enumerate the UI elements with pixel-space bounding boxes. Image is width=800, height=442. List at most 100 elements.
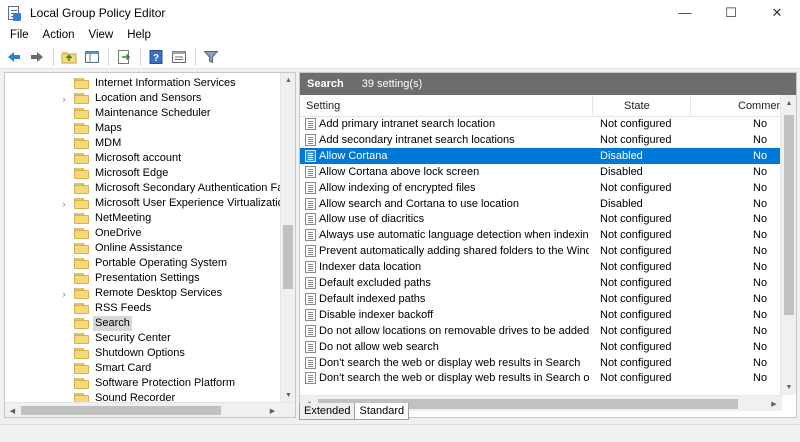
policy-row[interactable]: Default indexed paths Not configured No — [300, 291, 782, 307]
export-list-button[interactable] — [113, 46, 135, 68]
policy-row[interactable]: Prevent automatically adding shared fold… — [300, 243, 782, 259]
title-bar: Local Group Policy Editor — ☐ ✕ — [0, 0, 800, 25]
scroll-left-arrow-icon[interactable]: ◀ — [5, 403, 20, 417]
policy-row[interactable]: Don't search the web or display web resu… — [300, 355, 782, 371]
tree-item[interactable]: NetMeeting — [5, 211, 281, 226]
tree-item[interactable]: Portable Operating System — [5, 256, 281, 271]
policy-row[interactable]: Allow Cortana above lock screen Disabled N… — [300, 164, 782, 180]
expand-chevron-icon[interactable]: › — [59, 91, 69, 106]
policy-state: Not configured — [600, 133, 672, 146]
column-header-comment[interactable]: Comment — [738, 95, 786, 117]
settings-vertical-scrollbar[interactable]: ▲ ▼ — [780, 95, 796, 395]
policy-setting-name: Add secondary intranet search locations — [319, 133, 515, 146]
menu-help[interactable]: Help — [120, 25, 158, 45]
menu-view[interactable]: View — [82, 25, 121, 45]
scroll-up-arrow-icon[interactable]: ▲ — [281, 73, 295, 88]
policy-row[interactable]: Add secondary intranet search locations N… — [300, 132, 782, 148]
tab-extended[interactable]: Extended — [299, 403, 356, 420]
forward-button[interactable] — [26, 46, 48, 68]
tree-horizontal-scrollbar[interactable]: ◀ ▶ — [5, 402, 295, 417]
column-divider[interactable] — [592, 97, 593, 115]
up-one-level-button[interactable] — [58, 46, 80, 68]
policy-state: Not configured — [600, 118, 672, 130]
settings-scroll-thumb[interactable] — [784, 115, 794, 315]
policy-comment: No — [753, 213, 768, 226]
policy-row[interactable]: Do not allow web search Not configured No — [300, 339, 782, 355]
policy-row[interactable]: Don't search the web or display web resu… — [300, 370, 782, 386]
tree-item[interactable]: Maps — [5, 121, 281, 136]
tree-item[interactable]: Security Center — [5, 331, 281, 346]
policy-setting-icon — [305, 133, 316, 146]
view-tabs: Extended Standard — [299, 403, 410, 421]
tree-item-label: Smart Card — [95, 362, 152, 374]
folder-icon — [74, 243, 89, 254]
show-hide-tree-button[interactable] — [81, 46, 103, 68]
group-policy-app-icon — [6, 5, 22, 21]
column-divider[interactable] — [690, 97, 691, 115]
tree-hscroll-thumb[interactable] — [21, 406, 221, 415]
policy-state: Not configured — [600, 308, 672, 321]
tree-item-label: Shutdown Options — [95, 347, 185, 359]
scroll-right-arrow-icon[interactable]: ▶ — [766, 396, 782, 412]
tree-item[interactable]: › Microsoft User Experience Virtualizatio… — [5, 196, 290, 211]
close-button[interactable]: ✕ — [754, 0, 800, 25]
tab-standard[interactable]: Standard — [354, 403, 410, 420]
policy-row[interactable]: Allow search and Cortana to use location… — [300, 196, 782, 212]
navigation-tree[interactable]: Internet Information Services › Location a… — [4, 72, 296, 418]
tree-item[interactable]: Microsoft Secondary Authentication Facto… — [5, 181, 295, 196]
help-button[interactable]: ? — [145, 46, 167, 68]
policy-row[interactable]: Allow use of diacritics Not configured No — [300, 211, 782, 227]
tree-item[interactable]: OneDrive — [5, 226, 281, 241]
scroll-right-arrow-icon[interactable]: ▶ — [265, 403, 280, 417]
scroll-down-arrow-icon[interactable]: ▼ — [281, 388, 295, 403]
folder-icon — [74, 168, 89, 179]
policy-row[interactable]: Disable indexer backoff Not configured No — [300, 307, 782, 323]
filter-button[interactable] — [200, 46, 222, 68]
back-button[interactable] — [3, 46, 25, 68]
tree-item[interactable]: Internet Information Services — [5, 76, 281, 91]
tree-scroll-thumb[interactable] — [283, 225, 293, 289]
tree-item[interactable]: Software Protection Platform — [5, 376, 281, 391]
policy-row[interactable]: Do not allow locations on removable driv… — [300, 323, 782, 339]
folder-icon — [74, 78, 89, 89]
policy-row[interactable]: Add primary intranet search location Not … — [300, 116, 782, 132]
policy-row[interactable]: Indexer data location Not configured No — [300, 259, 782, 275]
tree-item-label: Security Center — [95, 332, 171, 344]
tree-item[interactable]: RSS Feeds — [5, 301, 281, 316]
policy-row[interactable]: Allow indexing of encrypted files Not con… — [300, 180, 782, 196]
maximize-button[interactable]: ☐ — [708, 0, 754, 25]
tree-item[interactable]: Presentation Settings — [5, 271, 281, 286]
tree-item[interactable]: Maintenance Scheduler — [5, 106, 281, 121]
tree-item[interactable]: Microsoft account — [5, 151, 281, 166]
tree-item[interactable]: Smart Card — [5, 361, 281, 376]
tree-item[interactable]: MDM — [5, 136, 281, 151]
column-header-state[interactable]: State — [624, 95, 650, 117]
folder-icon — [74, 303, 89, 314]
tree-item[interactable]: Microsoft Edge — [5, 166, 281, 181]
tree-vertical-scrollbar[interactable]: ▲ ▼ — [280, 73, 295, 403]
menu-action[interactable]: Action — [36, 25, 82, 45]
policy-row[interactable]: Allow Cortana Disabled No — [300, 147, 782, 164]
tree-item[interactable]: Online Assistance — [5, 241, 281, 256]
expand-chevron-icon[interactable]: › — [59, 196, 69, 211]
tree-item[interactable]: Shutdown Options — [5, 346, 281, 361]
tree-item-label: Microsoft Edge — [95, 167, 169, 179]
column-header-setting[interactable]: Setting — [306, 95, 340, 117]
properties-button[interactable] — [168, 46, 190, 68]
policy-setting-icon — [305, 372, 316, 385]
tree-item[interactable]: › Remote Desktop Services — [5, 286, 281, 301]
minimize-button[interactable]: — — [662, 0, 708, 25]
scroll-down-arrow-icon[interactable]: ▼ — [781, 379, 796, 395]
tree-item-label: Portable Operating System — [95, 257, 228, 269]
tree-item[interactable]: › Location and Sensors — [5, 91, 281, 106]
menu-file[interactable]: File — [3, 25, 36, 45]
folder-icon — [74, 258, 89, 269]
expand-chevron-icon[interactable]: › — [59, 286, 69, 301]
policy-row[interactable]: Default excluded paths Not configured No — [300, 275, 782, 291]
policy-setting-name: Allow Cortana — [319, 149, 388, 162]
tree-item[interactable]: Search — [5, 316, 281, 331]
scroll-up-arrow-icon[interactable]: ▲ — [781, 95, 796, 111]
policy-row[interactable]: Always use automatic language detection … — [300, 227, 782, 243]
policy-state: Disabled — [600, 149, 643, 162]
policy-comment: No — [753, 118, 768, 130]
